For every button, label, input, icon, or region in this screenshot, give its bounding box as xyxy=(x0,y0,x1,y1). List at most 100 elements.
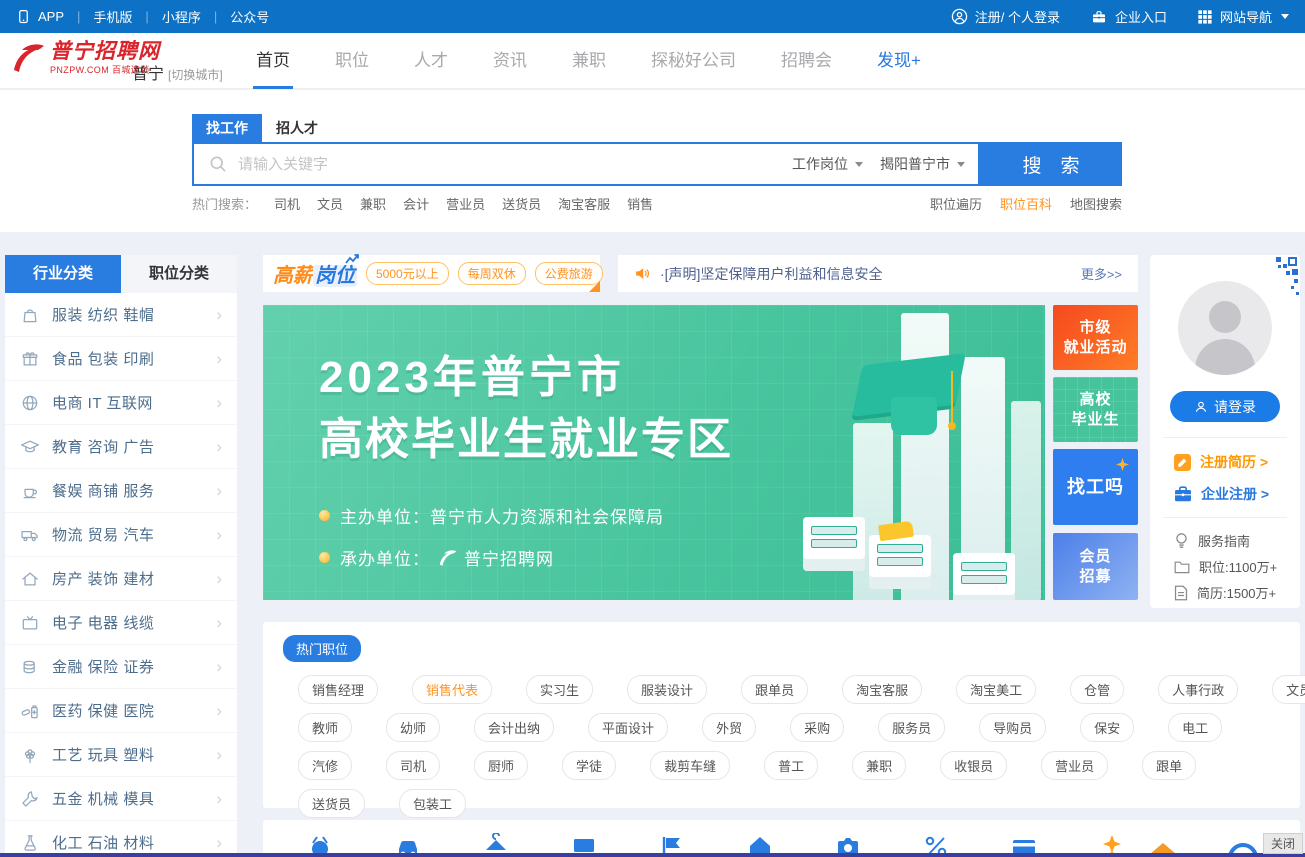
job-type-select[interactable]: 工作岗位 xyxy=(779,154,876,174)
job-tag[interactable]: 跟单员 xyxy=(741,675,808,704)
job-tag[interactable]: 保安 xyxy=(1080,713,1134,742)
sidebar-category-item[interactable]: 房产 装饰 建材 › xyxy=(5,557,237,601)
promo-banner-membership[interactable]: 会员 招募 xyxy=(1053,533,1138,600)
wechat-account-link[interactable]: 公众号 xyxy=(230,7,269,26)
job-tag[interactable]: 淘宝客服 xyxy=(842,675,922,704)
job-tag[interactable]: 跟单 xyxy=(1142,751,1196,780)
job-tag[interactable]: 销售经理 xyxy=(298,675,378,704)
region-select[interactable]: 揭阳普宁市 xyxy=(876,154,978,174)
job-tag[interactable]: 服装设计 xyxy=(627,675,707,704)
hot-keyword-link[interactable]: 送货员 xyxy=(502,194,541,213)
hot-keyword-link[interactable]: 淘宝客服 xyxy=(558,194,610,213)
main-banner[interactable]: 2023年普宁市 高校毕业生就业专区 主办单位：普宁市人力资源和社会保障局 承办… xyxy=(263,305,1045,600)
nav-item[interactable]: 探秘好公司 xyxy=(651,33,736,89)
hot-keyword-link[interactable]: 销售 xyxy=(627,194,653,213)
search-button[interactable]: 搜 索 xyxy=(980,142,1122,186)
register-resume-link[interactable]: 注册简历 > xyxy=(1174,452,1268,472)
job-tag[interactable]: 文员 xyxy=(1272,675,1305,704)
salary-filter-pill[interactable]: 每周双休 xyxy=(458,262,526,285)
search-tab[interactable]: 找工作 xyxy=(192,114,262,142)
quick-link[interactable]: 职位百科 xyxy=(1000,194,1052,213)
register-login-link[interactable]: 注册/ 个人登录 xyxy=(951,7,1060,26)
hot-keyword-link[interactable]: 兼职 xyxy=(360,194,386,213)
switch-city-link[interactable]: [切换城市] xyxy=(168,68,223,82)
search-input[interactable] xyxy=(238,156,779,173)
hot-keyword-link[interactable]: 文员 xyxy=(317,194,343,213)
nav-item[interactable]: 兼职 xyxy=(572,33,606,89)
job-tag[interactable]: 外贸 xyxy=(702,713,756,742)
job-tag[interactable]: 幼师 xyxy=(386,713,440,742)
sidebar-category-item[interactable]: 餐娱 商铺 服务 › xyxy=(5,469,237,513)
job-tag[interactable]: 服务员 xyxy=(878,713,945,742)
nav-item[interactable]: 人才 xyxy=(414,33,448,89)
job-tag[interactable]: 汽修 xyxy=(298,751,352,780)
high-salary-strip[interactable]: 高薪岗位 5000元以上 每周双休 公费旅游 xyxy=(263,255,600,292)
enterprise-entry-link[interactable]: 企业入口 xyxy=(1090,7,1167,26)
salary-filter-pill[interactable]: 5000元以上 xyxy=(366,262,449,285)
salary-filter-pill[interactable]: 公费旅游 xyxy=(535,262,603,285)
site-nav-menu[interactable]: 网站导航 xyxy=(1197,7,1289,26)
sidebar-category-item[interactable]: 金融 保险 证券 › xyxy=(5,645,237,689)
app-link[interactable]: APP xyxy=(16,8,64,25)
sidebar-tab[interactable]: 职位分类 xyxy=(121,255,237,293)
job-tag[interactable]: 淘宝美工 xyxy=(956,675,1036,704)
quick-link[interactable]: 职位遍历 xyxy=(930,194,982,213)
job-tag[interactable]: 普工 xyxy=(764,751,818,780)
nav-item[interactable]: 职位 xyxy=(335,33,369,89)
briefcase-icon xyxy=(1174,486,1192,502)
promo-banner-city-employment[interactable]: 市级 就业活动 xyxy=(1053,305,1138,370)
nav-item[interactable]: 招聘会 xyxy=(781,33,832,89)
job-tag[interactable]: 平面设计 xyxy=(588,713,668,742)
avatar[interactable] xyxy=(1178,281,1272,375)
hot-keyword-link[interactable]: 营业员 xyxy=(446,194,485,213)
notice-text[interactable]: ·[声明]坚定保障用户利益和信息安全 xyxy=(660,264,882,284)
job-tag[interactable]: 送货员 xyxy=(298,789,365,818)
job-tag[interactable]: 销售代表 xyxy=(412,675,492,704)
sidebar-category-item[interactable]: 食品 包装 印刷 › xyxy=(5,337,237,381)
job-tag[interactable]: 电工 xyxy=(1168,713,1222,742)
sidebar-category-item[interactable]: 电子 电器 线缆 › xyxy=(5,601,237,645)
job-tag[interactable]: 收银员 xyxy=(940,751,1007,780)
register-company-link[interactable]: 企业注册 > xyxy=(1174,484,1269,504)
mini-program-link[interactable]: 小程序 xyxy=(162,7,201,26)
sidebar-category-item[interactable]: 电商 IT 互联网 › xyxy=(5,381,237,425)
mobile-version-link[interactable]: 手机版 xyxy=(93,7,132,26)
category-icon xyxy=(20,525,40,545)
nav-item[interactable]: 资讯 xyxy=(493,33,527,89)
job-tag[interactable]: 仓管 xyxy=(1070,675,1124,704)
job-tag[interactable]: 导购员 xyxy=(979,713,1046,742)
job-tag[interactable]: 学徒 xyxy=(562,751,616,780)
job-tag[interactable]: 裁剪车缝 xyxy=(650,751,730,780)
promo-banner-graduates[interactable]: 高校 毕业生 xyxy=(1053,377,1138,442)
category-icon xyxy=(20,393,40,413)
job-tag[interactable]: 兼职 xyxy=(852,751,906,780)
sidebar-category-item[interactable]: 医药 保健 医院 › xyxy=(5,689,237,733)
nav-item[interactable]: 首页 xyxy=(256,33,290,89)
search-tab[interactable]: 招人才 xyxy=(262,114,332,142)
job-tag[interactable]: 厨师 xyxy=(474,751,528,780)
login-button[interactable]: 请登录 xyxy=(1170,391,1280,422)
job-tag[interactable]: 包装工 xyxy=(399,789,466,818)
notice-more-link[interactable]: 更多>> xyxy=(1081,264,1122,283)
close-ad-button[interactable]: 关闭 xyxy=(1263,833,1303,854)
job-tag[interactable]: 采购 xyxy=(790,713,844,742)
job-tag[interactable]: 教师 xyxy=(298,713,352,742)
hot-keyword-link[interactable]: 会计 xyxy=(403,194,429,213)
sidebar-category-item[interactable]: 五金 机械 模具 › xyxy=(5,777,237,821)
quick-link[interactable]: 地图搜索 xyxy=(1070,194,1122,213)
sidebar-category-item[interactable]: 化工 石油 材料 › xyxy=(5,821,237,857)
promo-banner-find-job[interactable]: 找工吗 xyxy=(1053,449,1138,525)
hot-keyword-link[interactable]: 司机 xyxy=(274,194,300,213)
job-tag[interactable]: 实习生 xyxy=(526,675,593,704)
job-tag[interactable]: 司机 xyxy=(386,751,440,780)
nav-item[interactable]: 发现+ xyxy=(877,33,921,89)
sidebar-tab[interactable]: 行业分类 xyxy=(5,255,121,293)
job-tag[interactable]: 营业员 xyxy=(1041,751,1108,780)
sidebar-category-item[interactable]: 工艺 玩具 塑料 › xyxy=(5,733,237,777)
service-guide-link[interactable]: 服务指南 xyxy=(1174,531,1250,550)
job-tag[interactable]: 会计出纳 xyxy=(474,713,554,742)
sidebar-category-item[interactable]: 物流 贸易 汽车 › xyxy=(5,513,237,557)
sidebar-category-item[interactable]: 服装 纺织 鞋帽 › xyxy=(5,293,237,337)
job-tag[interactable]: 人事行政 xyxy=(1158,675,1238,704)
sidebar-category-item[interactable]: 教育 咨询 广告 › xyxy=(5,425,237,469)
